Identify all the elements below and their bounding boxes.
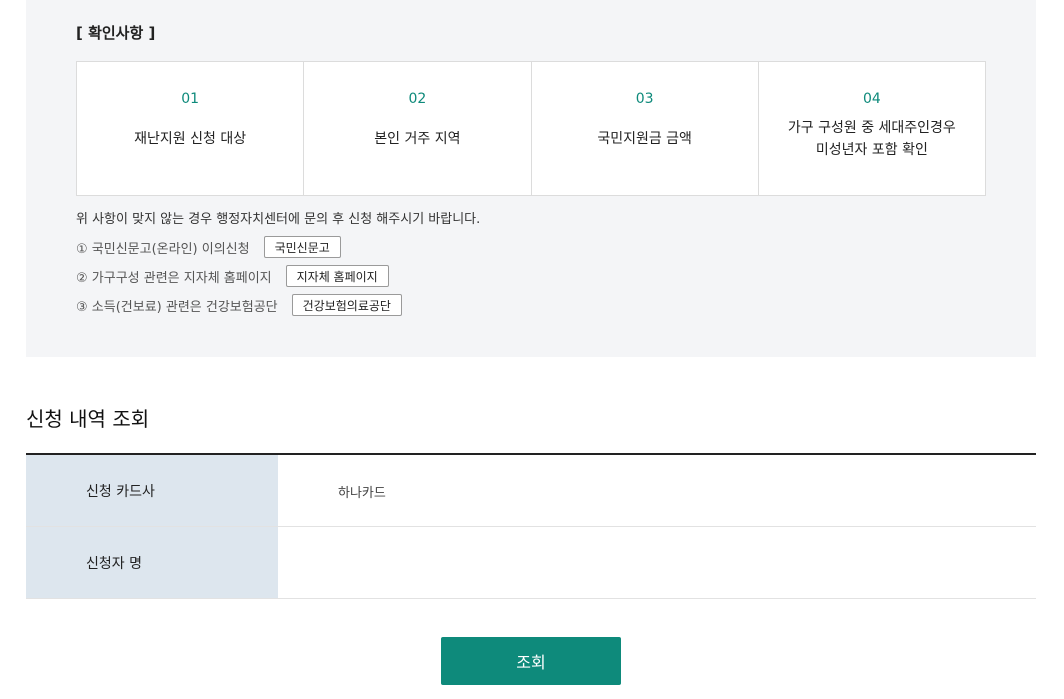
- step-number: 03: [635, 91, 654, 107]
- applicant-name-value: [278, 527, 1036, 598]
- step-number: 04: [862, 91, 881, 107]
- table-row-applicant-name: 신청자 명: [26, 527, 1036, 599]
- table-row-card-company: 신청 카드사 하나카드: [26, 455, 1036, 527]
- step-label: 가구 구성원 중 세대주인경우 미성년자 포함 확인: [788, 117, 956, 161]
- step-label-line: 가구 구성원 중 세대주인경우: [787, 120, 956, 136]
- check-step-4: 04 가구 구성원 중 세대주인경우 미성년자 포함 확인: [759, 62, 985, 195]
- applicant-name-label: 신청자 명: [26, 527, 278, 598]
- health-insurance-button[interactable]: 건강보험의료공단: [291, 294, 402, 316]
- step-label: 국민지원금 금액: [597, 131, 692, 147]
- link-row-health-insurance: ③ 소득(건보료) 관련은 건강보험공단 건강보험의료공단: [76, 294, 402, 316]
- check-step-1: 01 재난지원 신청 대상: [77, 62, 305, 195]
- inquiry-section-title: 신청 내역 조회: [26, 407, 150, 431]
- step-number: 02: [408, 91, 427, 107]
- card-company-label: 신청 카드사: [26, 455, 278, 526]
- link-row-national-petition: ① 국민신문고(온라인) 이의신청 국민신문고: [76, 236, 341, 258]
- step-number: 01: [181, 91, 200, 107]
- link-description: ③ 소득(건보료) 관련은 건강보험공단: [76, 299, 278, 315]
- check-step-3: 03 국민지원금 금액: [532, 62, 759, 195]
- step-label: 본인 거주 지역: [374, 131, 461, 147]
- link-description: ① 국민신문고(온라인) 이의신청: [76, 241, 250, 257]
- step-label: 재난지원 신청 대상: [134, 131, 247, 147]
- card-company-value: 하나카드: [338, 486, 386, 501]
- national-petition-button[interactable]: 국민신문고: [263, 236, 341, 258]
- check-items-title: [ 확인사항 ]: [76, 24, 156, 42]
- check-step-2: 02 본인 거주 지역: [304, 62, 532, 195]
- inquiry-info-table: 신청 카드사 하나카드 신청자 명: [26, 453, 1036, 599]
- check-items-panel: [ 확인사항 ] 01 재난지원 신청 대상 02 본인 거주 지역 03 국민…: [26, 0, 1036, 357]
- link-description: ② 가구구성 관련은 지자체 홈페이지: [76, 270, 272, 286]
- notice-text: 위 사항이 맞지 않는 경우 행정자치센터에 문의 후 신청 해주시기 바랍니다…: [76, 212, 481, 227]
- link-row-local-government: ② 가구구성 관련은 지자체 홈페이지 지자체 홈페이지: [76, 265, 389, 287]
- inquiry-submit-button[interactable]: 조회: [441, 637, 621, 685]
- local-government-homepage-button[interactable]: 지자체 홈페이지: [285, 265, 389, 287]
- check-steps: 01 재난지원 신청 대상 02 본인 거주 지역 03 국민지원금 금액 04…: [76, 61, 986, 196]
- step-label-line: 미성년자 포함 확인: [815, 142, 928, 158]
